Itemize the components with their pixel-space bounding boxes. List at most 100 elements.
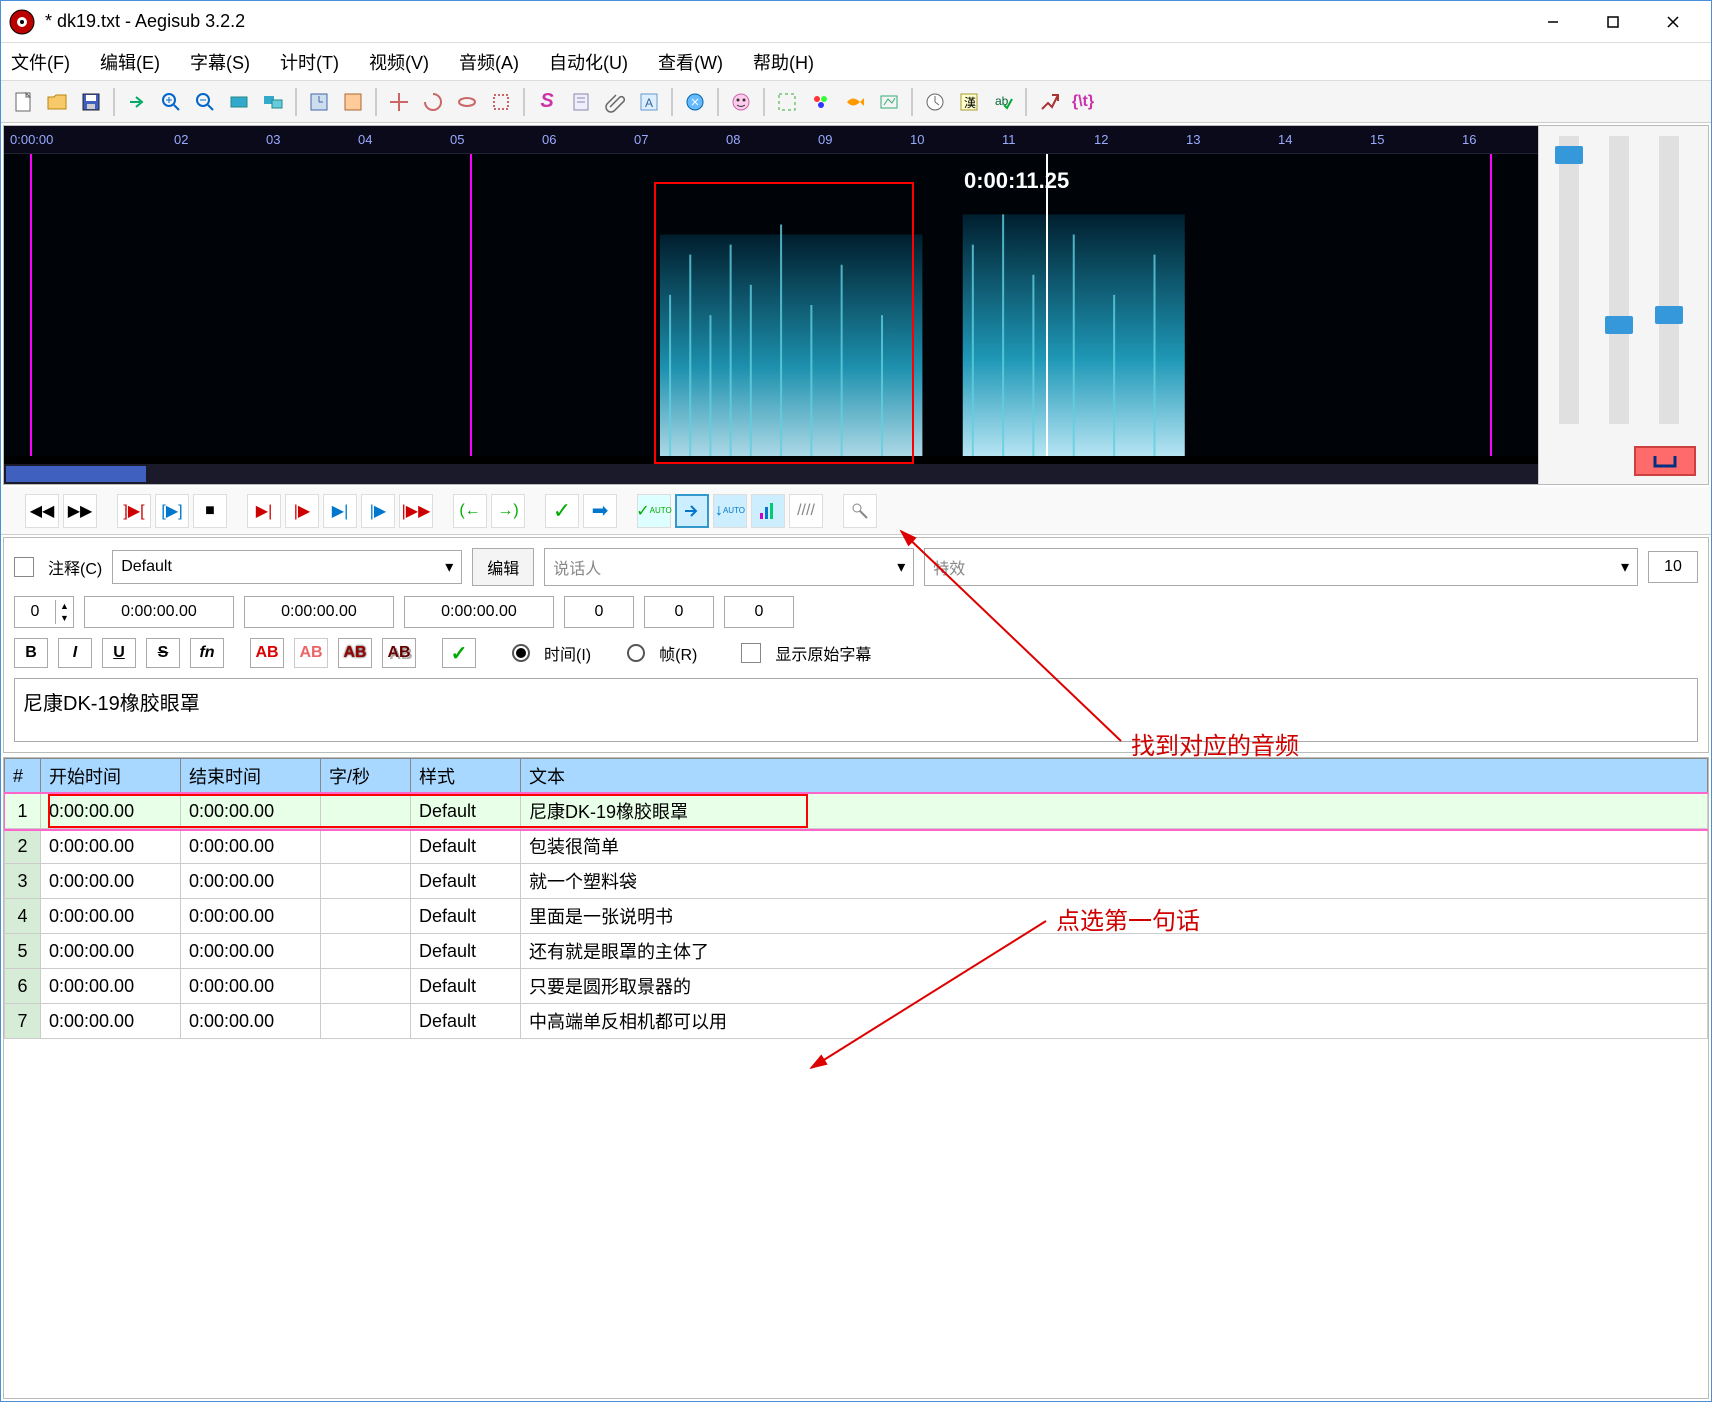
resample-icon[interactable]	[873, 86, 905, 118]
styles-manager-icon[interactable]	[337, 86, 369, 118]
options-icon[interactable]	[1033, 86, 1065, 118]
visual-rotatez-icon[interactable]	[417, 86, 449, 118]
assdraw-icon[interactable]	[725, 86, 757, 118]
translation-assist-icon[interactable]	[565, 86, 597, 118]
start-time-input[interactable]: 0:00:00.00	[84, 596, 234, 628]
margin-r-input2[interactable]: 0	[644, 596, 714, 628]
col-start[interactable]: 开始时间	[41, 759, 181, 794]
horizontal-zoom-slider[interactable]	[1559, 136, 1579, 424]
margin-l-input[interactable]: 0	[564, 596, 634, 628]
jump-to-icon[interactable]	[121, 86, 153, 118]
medusa-link-toggle[interactable]: ////	[789, 494, 823, 528]
menu-automation[interactable]: 自动化(U)	[549, 49, 628, 75]
menu-audio[interactable]: 音频(A)	[459, 49, 519, 75]
bold-button[interactable]: B	[14, 638, 48, 668]
style-dropdown[interactable]: Default▾	[112, 550, 462, 584]
menu-subs[interactable]: 字幕(S)	[190, 49, 250, 75]
select-tool-icon[interactable]	[771, 86, 803, 118]
menu-view[interactable]: 查看(W)	[658, 49, 723, 75]
subtitle-grid[interactable]: # 开始时间 结束时间 字/秒 样式 文本 10:00:00.000:00:00…	[4, 758, 1708, 1039]
col-style[interactable]: 样式	[411, 759, 521, 794]
audio-hscroll-thumb[interactable]	[6, 466, 146, 482]
underline-button[interactable]: U	[102, 638, 136, 668]
table-row[interactable]: 10:00:00.000:00:00.00Default尼康DK-19橡胶眼罩	[5, 794, 1708, 829]
margin-right-input[interactable]: 10	[1648, 551, 1698, 583]
primary-color-button[interactable]: AB	[250, 638, 284, 668]
styling-assist-icon[interactable]: S	[531, 86, 563, 118]
play-before-start-button[interactable]: ▶|	[247, 494, 281, 528]
col-num[interactable]: #	[5, 759, 41, 794]
auto-next-toggle[interactable]	[675, 494, 709, 528]
menu-video[interactable]: 视频(V)	[369, 49, 429, 75]
visual-rotatexy-icon[interactable]	[451, 86, 483, 118]
table-row[interactable]: 40:00:00.000:00:00.00Default里面是一张说明书	[5, 899, 1708, 934]
zoom-out-icon[interactable]	[189, 86, 221, 118]
play-line-button[interactable]: [▶]	[155, 494, 189, 528]
color-palette-icon[interactable]	[805, 86, 837, 118]
volume-slider[interactable]	[1659, 136, 1679, 424]
col-text[interactable]: 文本	[521, 759, 1708, 794]
visual-cross-icon[interactable]	[383, 86, 415, 118]
play-after-end-button[interactable]: |▶	[361, 494, 395, 528]
table-row[interactable]: 70:00:00.000:00:00.00Default中高端单反相机都可以用	[5, 1004, 1708, 1039]
save-file-icon[interactable]	[75, 86, 107, 118]
commit-button[interactable]: ✓	[545, 494, 579, 528]
video-detach-icon[interactable]	[257, 86, 289, 118]
play-selection-button[interactable]: ]▶[	[117, 494, 151, 528]
time-mode-radio[interactable]	[512, 644, 530, 662]
timing-postprocess-icon[interactable]	[919, 86, 951, 118]
lead-in-button[interactable]: (←	[453, 494, 487, 528]
commit-text-button[interactable]: ✓	[442, 638, 476, 668]
comment-checkbox[interactable]	[14, 557, 34, 577]
close-button[interactable]	[1643, 2, 1703, 42]
attach-icon[interactable]	[599, 86, 631, 118]
cycle-tags-icon[interactable]: {\t}	[1067, 86, 1099, 118]
table-row[interactable]: 60:00:00.000:00:00.00Default只要是圆形取景器的	[5, 969, 1708, 1004]
prev-line-button[interactable]: ◀◀	[25, 494, 59, 528]
menu-timing[interactable]: 计时(T)	[280, 49, 339, 75]
table-row[interactable]: 50:00:00.000:00:00.00Default还有就是眼罩的主体了	[5, 934, 1708, 969]
auto-scroll-toggle[interactable]: ↓AUTO	[713, 494, 747, 528]
spectrum-toggle[interactable]	[751, 494, 785, 528]
play-before-end-button[interactable]: ▶|	[323, 494, 357, 528]
strike-button[interactable]: S	[146, 638, 180, 668]
play-to-end-button[interactable]: |▶▶	[399, 494, 433, 528]
audio-time-ruler[interactable]: 0:00:00 02 03 04 05 06 07 08 09 10 11 12…	[4, 126, 1538, 154]
col-cps[interactable]: 字/秒	[321, 759, 411, 794]
layer-input[interactable]: ▲▼	[14, 596, 74, 628]
new-file-icon[interactable]	[7, 86, 39, 118]
menu-file[interactable]: 文件(F)	[11, 49, 70, 75]
col-end[interactable]: 结束时间	[181, 759, 321, 794]
play-after-start-button[interactable]: |▶	[285, 494, 319, 528]
show-original-checkbox[interactable]	[741, 643, 761, 663]
menu-help[interactable]: 帮助(H)	[753, 49, 814, 75]
edit-style-button[interactable]: 编辑	[472, 548, 534, 586]
lead-out-button[interactable]: →)	[491, 494, 525, 528]
italic-button[interactable]: I	[58, 638, 92, 668]
font-button[interactable]: fn	[190, 638, 224, 668]
auto-commit-toggle[interactable]: ✓AUTO	[637, 494, 671, 528]
playback-cursor[interactable]	[1046, 154, 1048, 456]
fish-icon[interactable]	[839, 86, 871, 118]
margin-v-input[interactable]: 0	[724, 596, 794, 628]
actor-dropdown[interactable]: 说话人▾	[544, 548, 914, 586]
shadow-color-button[interactable]: AB	[382, 638, 416, 668]
maximize-button[interactable]	[1583, 2, 1643, 42]
outline-color-button[interactable]: AB	[338, 638, 372, 668]
next-line-button[interactable]: ▶▶	[63, 494, 97, 528]
go-to-selection-button[interactable]: ➡	[583, 494, 617, 528]
table-row[interactable]: 20:00:00.000:00:00.00Default包装很简单	[5, 829, 1708, 864]
duration-input[interactable]: 0:00:00.00	[404, 596, 554, 628]
vertical-zoom-slider[interactable]	[1609, 136, 1629, 424]
automation-icon[interactable]	[679, 86, 711, 118]
menu-edit[interactable]: 编辑(E)	[100, 49, 160, 75]
table-row[interactable]: 30:00:00.000:00:00.00Default就一个塑料袋	[5, 864, 1708, 899]
frame-mode-radio[interactable]	[627, 644, 645, 662]
selection-start-line[interactable]	[30, 154, 32, 456]
effect-dropdown[interactable]: 特效▾	[924, 548, 1638, 586]
video-zoom-icon[interactable]	[223, 86, 255, 118]
link-sliders-button[interactable]	[1634, 446, 1696, 476]
selection-end-line[interactable]	[1490, 154, 1492, 456]
secondary-color-button[interactable]: AB	[294, 638, 328, 668]
audio-hscroll[interactable]	[4, 464, 1538, 484]
